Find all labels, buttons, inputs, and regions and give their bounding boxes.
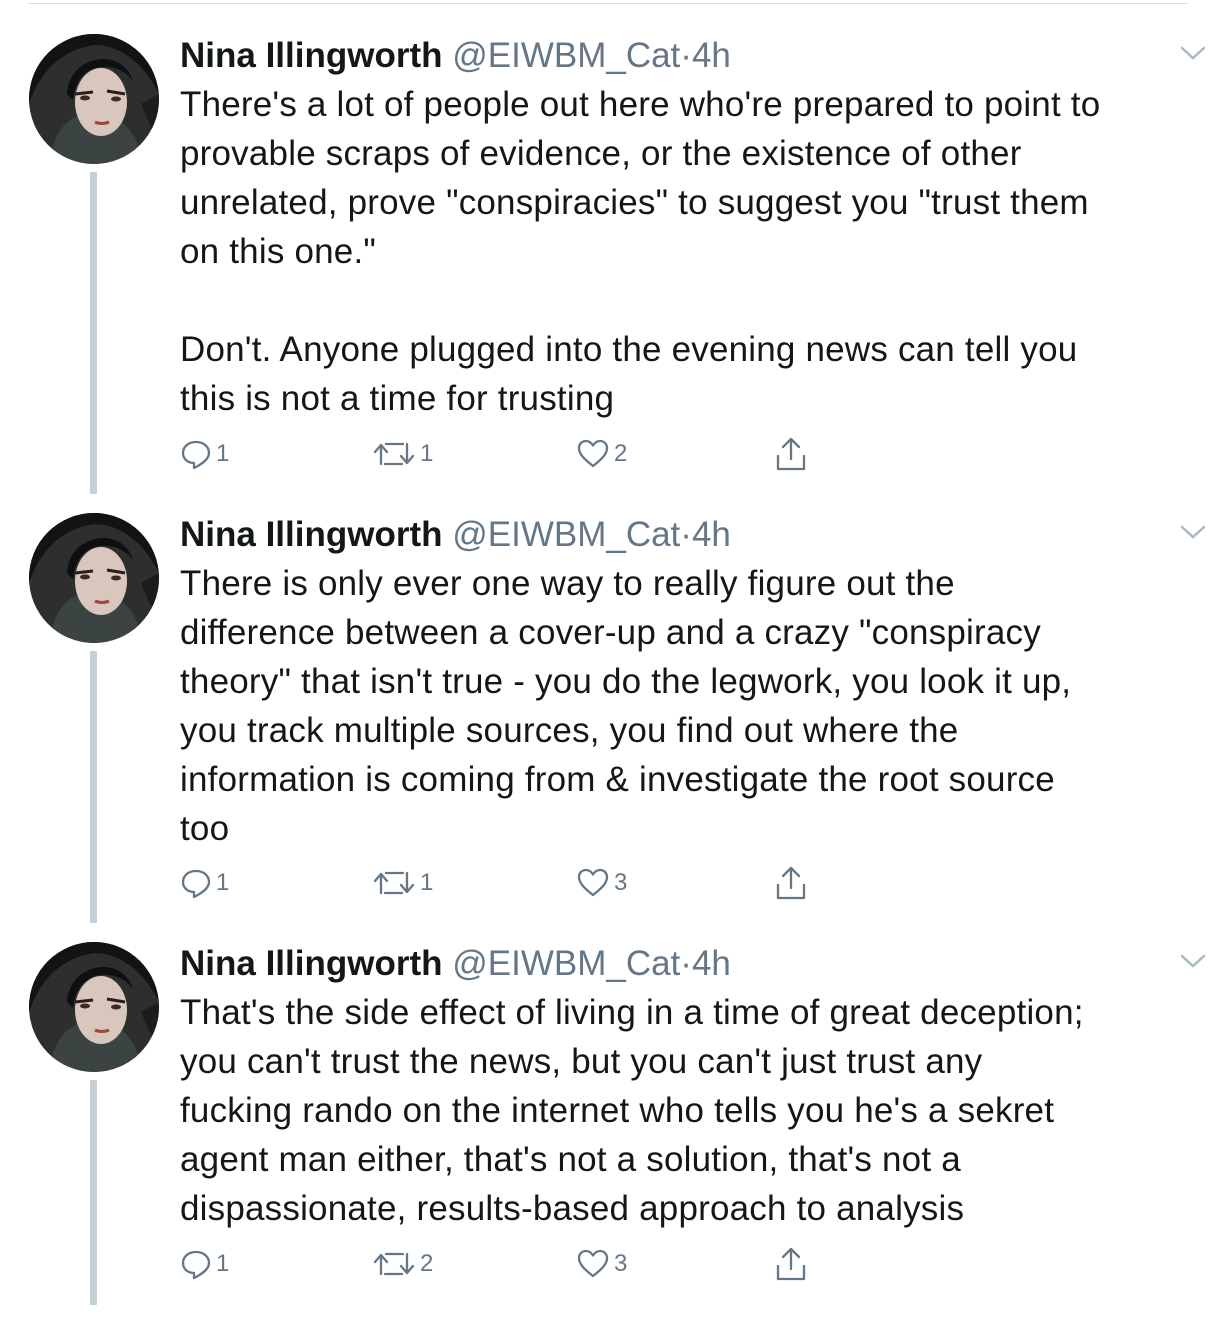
tweet-text: That's the side effect of living in a ti… [180, 993, 1084, 1228]
share-icon [776, 1247, 806, 1281]
author-name[interactable]: Nina Illingworth [180, 944, 442, 983]
tweet-text: There's a lot of people out here who're … [180, 85, 1101, 418]
like-button[interactable]: 3 [576, 863, 627, 903]
retweet-button[interactable]: 2 [372, 1244, 433, 1284]
author-handle[interactable]: @EIWBM_Cat [452, 944, 680, 983]
like-count: 3 [614, 869, 628, 896]
avatar-image [29, 942, 159, 1072]
reply-count: 1 [216, 440, 230, 467]
avatar[interactable] [29, 34, 159, 164]
retweet-count: 1 [420, 869, 434, 896]
author-name[interactable]: Nina Illingworth [180, 36, 442, 75]
timestamp[interactable]: 4h [692, 36, 731, 75]
share-icon [776, 437, 806, 471]
heart-icon [577, 439, 609, 468]
tweet-text: There is only ever one way to really fig… [180, 564, 1072, 848]
timestamp[interactable]: 4h [692, 944, 731, 983]
avatar[interactable] [29, 942, 159, 1072]
retweet-button[interactable]: 1 [372, 863, 433, 903]
share-icon [776, 866, 806, 900]
tweet-actions: 1 1 2 [180, 434, 880, 474]
top-divider [28, 3, 1188, 4]
retweet-icon [373, 442, 415, 466]
author-handle[interactable]: @EIWBM_Cat [452, 36, 680, 75]
author-handle[interactable]: @EIWBM_Cat [452, 515, 680, 554]
tweet-content: Nina Illingworth @EIWBM_Cat·4h There is … [180, 513, 1190, 853]
tweet-header: Nina Illingworth @EIWBM_Cat·4h [180, 513, 1190, 557]
retweet-button[interactable]: 1 [372, 434, 433, 474]
reply-icon [181, 1250, 211, 1280]
avatar[interactable] [29, 513, 159, 643]
separator-dot: · [680, 944, 692, 983]
author-name[interactable]: Nina Illingworth [180, 515, 442, 554]
separator-dot: · [680, 36, 692, 75]
thread-line [90, 1080, 97, 1305]
heart-icon [577, 1249, 609, 1278]
avatar-image [29, 34, 159, 164]
like-button[interactable]: 3 [576, 1244, 627, 1284]
reply-button[interactable]: 1 [180, 1244, 229, 1284]
timestamp[interactable]: 4h [692, 515, 731, 554]
like-count: 3 [614, 1250, 628, 1277]
retweet-icon [373, 871, 415, 895]
reply-button[interactable]: 1 [180, 434, 229, 474]
thread-line [90, 651, 97, 923]
like-count: 2 [614, 440, 628, 467]
tweet-actions: 1 1 3 [180, 863, 880, 903]
chevron-down-icon[interactable] [1176, 948, 1210, 972]
share-button[interactable] [774, 863, 808, 903]
reply-icon [181, 869, 211, 899]
share-button[interactable] [774, 434, 808, 474]
retweet-count: 2 [420, 1250, 434, 1277]
chevron-down-icon[interactable] [1176, 519, 1210, 543]
tweet-actions: 1 2 3 [180, 1244, 880, 1284]
separator-dot: · [680, 515, 692, 554]
chevron-down-icon[interactable] [1176, 40, 1210, 64]
reply-count: 1 [216, 1250, 230, 1277]
retweet-count: 1 [420, 440, 434, 467]
reply-button[interactable]: 1 [180, 863, 229, 903]
tweet-content: Nina Illingworth @EIWBM_Cat·4h That's th… [180, 942, 1190, 1233]
avatar-image [29, 513, 159, 643]
tweet-header: Nina Illingworth @EIWBM_Cat·4h [180, 34, 1190, 78]
heart-icon [577, 868, 609, 897]
retweet-icon [373, 1252, 415, 1276]
share-button[interactable] [774, 1244, 808, 1284]
tweet-content: Nina Illingworth @EIWBM_Cat·4h There's a… [180, 34, 1190, 423]
thread-line [90, 172, 97, 494]
tweet-header: Nina Illingworth @EIWBM_Cat·4h [180, 942, 1190, 986]
like-button[interactable]: 2 [576, 434, 627, 474]
reply-icon [181, 440, 211, 470]
reply-count: 1 [216, 869, 230, 896]
